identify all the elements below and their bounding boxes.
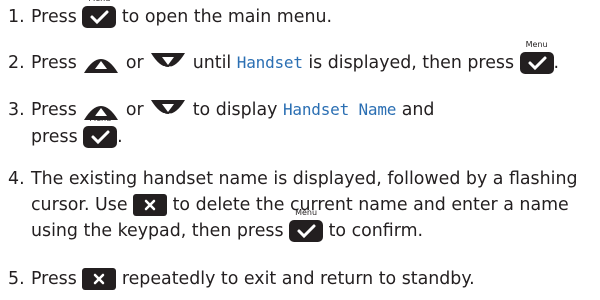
step-text: The existing handset name is displayed, … <box>31 169 578 189</box>
step-4-line-3: using the keypad, then press Menu to con… <box>31 208 424 244</box>
step-text: or <box>125 53 144 73</box>
step-text: Press <box>31 7 77 27</box>
step-text: and <box>401 100 435 120</box>
lcd-text: Handset Name <box>282 100 397 119</box>
step-3: 3. Press Redial or Calls to display Hands… <box>8 97 434 123</box>
step-text: to display <box>192 100 278 120</box>
step-text: Press <box>31 269 77 289</box>
step-2: 2. Press Redial or Calls until Handset is… <box>8 40 560 76</box>
key-label: Menu <box>525 40 548 49</box>
key-label: Calls <box>162 66 174 72</box>
step-text: . <box>553 53 560 73</box>
up-arrow-key-icon: Redial <box>84 55 119 73</box>
step-4: 4. The existing handset name is displayed… <box>8 166 578 192</box>
key-label: Calls <box>162 113 174 119</box>
delete-key <box>82 268 117 290</box>
step-5: 5. Press repeatedly to exit and return to… <box>8 266 475 292</box>
delete-key <box>133 194 168 216</box>
step-text: Press <box>31 53 77 73</box>
menu-key: Menu <box>82 0 117 28</box>
step-text: until <box>192 53 232 73</box>
key-label: Menu <box>89 114 112 123</box>
step-number: 2. <box>8 53 25 73</box>
menu-key: Menu <box>83 114 118 148</box>
step-text: using the keypad, then press <box>31 221 284 241</box>
step-number: 1. <box>8 7 25 27</box>
calls-down-key: Calls <box>149 98 187 122</box>
step-number: 4. <box>8 169 25 189</box>
step-number: 5. <box>8 269 25 289</box>
step-text: Press <box>31 100 77 120</box>
lcd-text: Handset <box>236 53 303 72</box>
step-text: repeatedly to exit and return to standby… <box>121 269 475 289</box>
step-text: to delete the current name and enter a n… <box>172 195 569 215</box>
step-text: is displayed, then press <box>308 53 515 73</box>
checkmark-key-icon <box>83 126 118 148</box>
step-1: 1. Press Menu to open the main menu. <box>8 0 333 30</box>
calls-down-key: Calls <box>149 51 187 75</box>
instruction-list: 1. Press Menu to open the main menu. 2. Pr… <box>0 0 600 300</box>
menu-key: Menu <box>289 208 324 242</box>
key-label: Menu <box>82 0 116 3</box>
checkmark-key-icon <box>82 6 117 28</box>
menu-key: Menu <box>519 40 554 74</box>
step-text: to confirm. <box>328 221 424 241</box>
step-text: to open the main menu. <box>121 7 333 27</box>
step-text: press <box>31 127 78 147</box>
checkmark-key-icon <box>289 220 324 242</box>
key-label: Redial <box>103 102 118 108</box>
x-key-icon <box>82 268 117 290</box>
step-text: or <box>125 100 144 120</box>
key-label: Redial <box>103 55 118 61</box>
step-text: . <box>117 127 123 147</box>
down-arrow-key-icon: Calls <box>151 100 186 119</box>
down-arrow-key-icon: Calls <box>151 53 186 72</box>
step-3-line-2: press Menu . <box>31 114 123 150</box>
checkmark-key-icon <box>519 52 554 74</box>
x-key-icon <box>133 194 168 216</box>
redial-up-key: Redial <box>82 51 120 75</box>
step-text: cursor. Use <box>31 195 128 215</box>
step-number: 3. <box>8 100 25 120</box>
key-label: Menu <box>295 208 318 217</box>
